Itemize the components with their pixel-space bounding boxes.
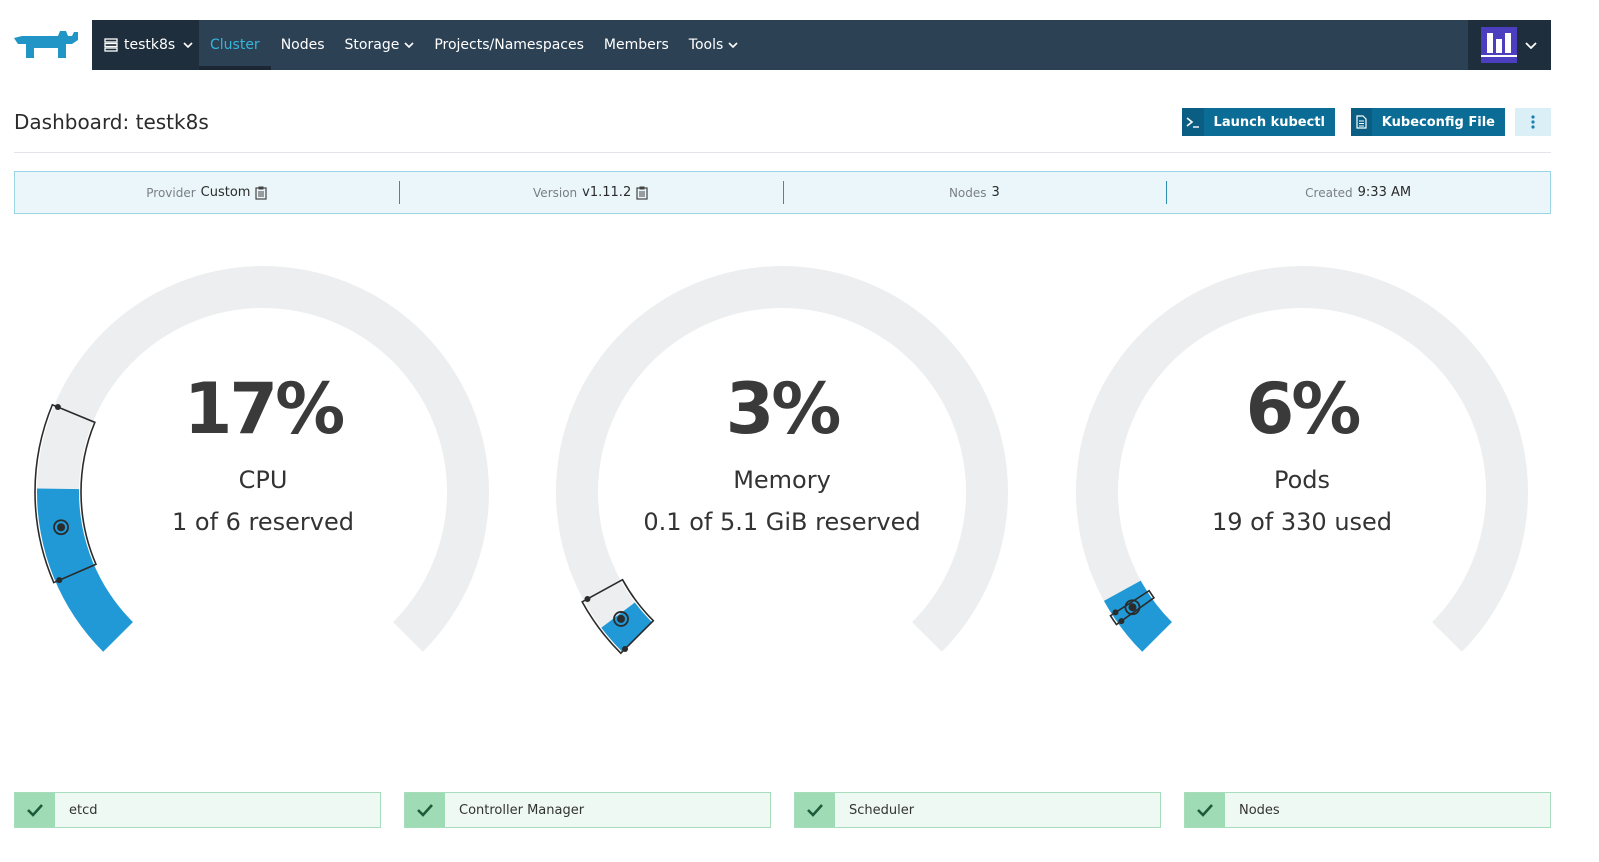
chevron-down-icon <box>1525 41 1537 49</box>
status-controller-manager-label: Controller Manager <box>459 802 585 818</box>
info-created-value: 9:33 AM <box>1357 185 1412 200</box>
info-version: Version v1.11.2 <box>398 172 783 213</box>
info-created-label: Created <box>1305 185 1353 200</box>
check-icon <box>405 793 445 827</box>
clipboard-icon[interactable] <box>636 186 648 200</box>
gauge-range-dot <box>584 595 591 602</box>
avatar <box>1481 27 1517 63</box>
cpu-gauge-arc <box>34 265 490 652</box>
user-menu[interactable] <box>1468 20 1551 70</box>
memory-gauge: 3% Memory 0.1 of 5.1 GiB reserved <box>522 250 1042 670</box>
pods-gauge: 6% Pods 19 of 330 used <box>1042 250 1562 670</box>
info-nodes-value: 3 <box>991 185 1000 200</box>
pods-gauge-subtitle: 19 of 330 used <box>1211 508 1393 536</box>
cpu-gauge-percent: 17% <box>183 368 346 450</box>
tab-cluster[interactable]: Cluster <box>199 20 271 70</box>
cluster-name: testk8s <box>124 37 176 53</box>
info-provider-label: Provider <box>146 185 196 200</box>
info-provider: Provider Custom <box>15 172 399 213</box>
gauge-marker-dot <box>1128 603 1137 612</box>
cluster-info-strip: Provider Custom Version v1.11.2 Nodes 3 … <box>14 171 1551 214</box>
page-title: Dashboard: testk8s <box>14 110 209 134</box>
tab-members-label: Members <box>603 37 669 53</box>
gauge-range-dot <box>1118 618 1125 625</box>
pods-gauge-title: Pods <box>1273 466 1331 494</box>
clipboard-icon[interactable] <box>255 186 268 200</box>
rancher-logo[interactable] <box>14 28 80 62</box>
cpu-gauge-subtitle: 1 of 6 reserved <box>171 508 354 536</box>
more-actions-button[interactable] <box>1515 108 1551 136</box>
pods-gauge-arc <box>1076 265 1528 652</box>
avatar-identicon <box>1481 27 1517 63</box>
launch-kubectl-label: Launch kubectl <box>1213 114 1325 130</box>
gauge-marker-dot <box>617 614 626 623</box>
info-provider-value: Custom <box>200 185 251 200</box>
check-icon <box>795 793 835 827</box>
gauge-range-dot <box>56 577 63 584</box>
status-etcd-label: etcd <box>69 802 98 818</box>
cluster-switcher[interactable]: testk8s <box>92 20 199 70</box>
chevron-down-icon <box>404 42 414 48</box>
kubeconfig-file-label: Kubeconfig File <box>1381 114 1495 130</box>
chevron-down-icon <box>183 42 193 48</box>
tab-tools[interactable]: Tools <box>679 20 749 70</box>
memory-gauge-subtitle: 0.1 of 5.1 GiB reserved <box>643 508 921 536</box>
memory-gauge-percent: 3% <box>725 368 842 450</box>
tab-tools-label: Tools <box>688 37 724 53</box>
file-icon <box>1351 108 1372 136</box>
gauge-track <box>556 265 1008 652</box>
info-version-value: v1.11.2 <box>582 185 632 200</box>
info-version-label: Version <box>533 185 578 200</box>
vertical-dots-icon <box>1531 115 1535 129</box>
status-scheduler: Scheduler <box>794 792 1161 828</box>
tab-storage-label: Storage <box>344 37 400 53</box>
launch-kubectl-button[interactable]: Launch kubectl <box>1182 108 1335 136</box>
pods-gauge-percent: 6% <box>1245 368 1362 450</box>
status-etcd: etcd <box>14 792 381 828</box>
info-nodes: Nodes 3 <box>782 172 1167 213</box>
info-created: Created 9:33 AM <box>1166 172 1550 213</box>
tab-projects-namespaces[interactable]: Projects/Namespaces <box>424 20 594 70</box>
tab-nodes-label: Nodes <box>280 37 325 53</box>
header-divider <box>14 152 1551 153</box>
gauge-range-dot <box>1112 609 1119 616</box>
tab-nodes[interactable]: Nodes <box>271 20 335 70</box>
gauge-range-dot <box>622 645 629 652</box>
memory-gauge-title: Memory <box>733 466 831 494</box>
status-scheduler-label: Scheduler <box>849 802 915 818</box>
tab-cluster-label: Cluster <box>210 37 260 53</box>
check-icon <box>15 793 55 827</box>
tab-projects-label: Projects/Namespaces <box>434 37 584 53</box>
kubeconfig-file-button[interactable]: Kubeconfig File <box>1351 108 1505 136</box>
server-icon <box>104 38 118 52</box>
cpu-gauge-title: CPU <box>238 466 288 494</box>
terminal-icon <box>1182 108 1204 136</box>
top-nav-bar: testk8s Cluster Nodes Storage Projects/N… <box>92 20 1551 70</box>
status-nodes-label: Nodes <box>1239 802 1280 818</box>
memory-gauge-arc <box>556 265 1008 655</box>
status-controller-manager: Controller Manager <box>404 792 771 828</box>
tab-members[interactable]: Members <box>594 20 679 70</box>
cpu-gauge: 17% CPU 1 of 6 reserved <box>3 250 523 670</box>
tab-storage[interactable]: Storage <box>335 20 425 70</box>
check-icon <box>1185 793 1225 827</box>
chevron-down-icon <box>728 42 738 48</box>
status-nodes: Nodes <box>1184 792 1551 828</box>
info-nodes-label: Nodes <box>948 185 987 200</box>
